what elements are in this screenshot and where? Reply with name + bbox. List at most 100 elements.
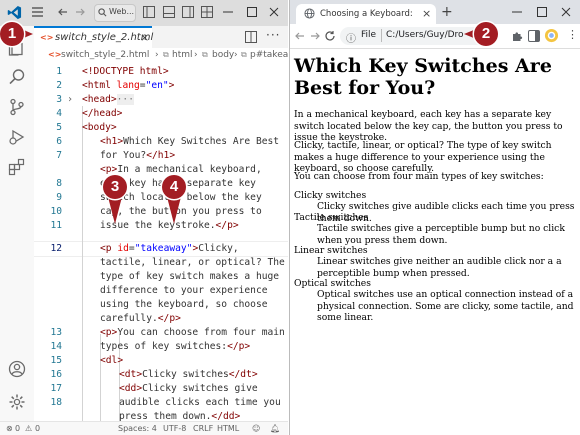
code-editor[interactable]: 1 2 3 4 5 6 7 8 9 10 11 12 13 14 15 16 1… [34, 64, 288, 421]
source-control-icon[interactable] [8, 98, 26, 116]
element-icon: ⧉ [202, 50, 208, 59]
toggle-sidebar-icon[interactable] [143, 6, 155, 18]
code-line: type of key switch makes a huge [100, 271, 280, 282]
errors-icon[interactable]: ⊗ [6, 424, 13, 433]
toggle-secondary-sidebar-icon[interactable] [182, 6, 194, 18]
line-number: 8 [56, 178, 62, 189]
line-number: 1 [56, 66, 62, 77]
accounts-icon[interactable] [8, 360, 26, 378]
term-optical: Optical switches [294, 278, 371, 289]
back-arrow-icon[interactable] [294, 30, 306, 42]
line-number: 9 [56, 192, 62, 203]
code-line-current: <p id="takeaway">Clicky, [100, 243, 239, 254]
desc-optical: Optical switches use an optical connecti… [317, 289, 574, 323]
line-number: 4 [56, 108, 62, 119]
callout-number: 1 [0, 22, 24, 46]
element-icon: ⧉ [163, 50, 169, 59]
line-number: 6 [56, 136, 62, 147]
browser-tab-title: Choosing a Keyboard: Select Sw [320, 9, 415, 19]
callout-3: 3 [102, 174, 128, 228]
command-center-search[interactable]: Web... [94, 4, 136, 22]
feedback-icon[interactable]: ☺ [252, 424, 260, 433]
breadcrumb-file[interactable]: switch_style_2.html [61, 50, 149, 60]
html-file-icon: <> [48, 50, 62, 59]
eol-status[interactable]: CRLF [193, 424, 213, 433]
forward-arrow-icon[interactable] [74, 6, 86, 18]
term-tactile: Tactile switches [294, 212, 369, 223]
fold-chevron-icon[interactable]: › [67, 94, 73, 105]
editor-tab-switch-style-2[interactable]: <> switch_style_2.html × [34, 26, 153, 48]
chevron-right-icon: › [155, 50, 159, 60]
code-line: <dl> [100, 355, 124, 366]
takeaway-paragraph: Clicky, tactile, linear, or optical? The… [294, 140, 552, 174]
browser-window: Choosing a Keyboard: Select Sw × + ⓘ Fil… [289, 0, 580, 435]
minimize-icon[interactable] [511, 6, 523, 18]
code-line: using the keyboard, so choose [100, 299, 268, 310]
chevron-right-icon: › [194, 50, 198, 60]
intro-paragraph: In a mechanical keyboard, each key has a… [294, 109, 563, 143]
code-line: <body> [82, 122, 117, 133]
code-line: <!DOCTYPE html> [82, 66, 169, 77]
code-line: for You?</h1> [100, 150, 176, 161]
profile-avatar[interactable] [544, 28, 559, 43]
encoding-status[interactable]: UTF-8 [163, 424, 186, 433]
extensions-icon[interactable] [8, 158, 26, 176]
vscode-title-bar: Web... [0, 0, 288, 26]
run-debug-icon[interactable] [8, 128, 26, 146]
element-icon: ⧉ [241, 50, 247, 59]
search-icon[interactable] [8, 68, 26, 86]
extensions-puzzle-icon[interactable] [511, 30, 523, 42]
breadcrumb-html[interactable]: html [172, 50, 193, 60]
errors-count: 0 [15, 424, 21, 433]
split-editor-icon[interactable] [245, 31, 257, 43]
editor-tab-bar: <> switch_style_2.html × ··· [34, 26, 288, 49]
toggle-panel-icon[interactable] [163, 6, 175, 18]
vscode-logo-icon [7, 5, 22, 20]
maximize-icon[interactable] [536, 6, 548, 18]
code-line: carefully.</p> [100, 313, 181, 324]
language-status[interactable]: HTML [217, 424, 239, 433]
settings-gear-icon[interactable] [8, 393, 26, 411]
tab-close-icon[interactable]: × [140, 31, 149, 44]
minimize-icon[interactable] [222, 6, 234, 18]
globe-favicon-icon [304, 8, 315, 19]
new-tab-button[interactable]: + [441, 4, 453, 20]
breadcrumb-body[interactable]: body [212, 50, 234, 60]
status-bar: ⊗ 0 ⚠ 0 Spaces: 4 UTF-8 CRLF HTML ☺ 🔔︎ [0, 421, 288, 435]
address-text: C:/Users/Guy/Dro [386, 30, 464, 40]
code-line: audible clicks each time you [119, 397, 281, 408]
search-label: Web... [109, 7, 135, 16]
code-line: difference to your experience [100, 285, 268, 296]
warnings-icon[interactable]: ⚠ [25, 424, 32, 433]
maximize-icon[interactable] [246, 6, 258, 18]
more-actions-icon[interactable]: ··· [266, 28, 280, 42]
code-line: <dt>Clicky switches</dt> [119, 369, 258, 380]
html-file-icon: <> [40, 33, 54, 42]
line-number: 18 [50, 397, 62, 408]
types-paragraph: You can choose from four main types of k… [294, 171, 544, 182]
side-panel-icon[interactable] [528, 30, 540, 42]
term-clicky: Clicky switches [294, 190, 367, 201]
forward-arrow-icon[interactable] [309, 30, 321, 42]
customize-layout-icon[interactable] [201, 6, 213, 18]
code-line: <dd>Clicky switches give [119, 383, 258, 394]
reload-icon[interactable] [324, 30, 336, 42]
code-line: <p>You can choose from four main [100, 327, 285, 338]
close-window-icon[interactable] [560, 6, 572, 18]
tab-close-icon[interactable]: × [422, 7, 431, 20]
breadcrumb: <> switch_style_2.html › ⧉ html › ⧉ body… [34, 48, 288, 64]
info-icon[interactable]: ⓘ [346, 30, 356, 45]
code-line: types of key switches:</p> [100, 341, 251, 352]
indentation-status[interactable]: Spaces: 4 [118, 424, 157, 433]
line-number: 7 [56, 150, 62, 161]
close-window-icon[interactable] [268, 6, 280, 18]
line-number: 15 [50, 355, 62, 366]
back-arrow-icon[interactable] [57, 6, 69, 18]
browser-tab[interactable]: Choosing a Keyboard: Select Sw × [296, 4, 436, 24]
line-number: 3 [56, 94, 62, 105]
more-menu-icon[interactable]: ⋮ [567, 28, 578, 41]
menu-icon[interactable] [31, 6, 44, 18]
notifications-bell-icon[interactable]: 🔔︎ [270, 424, 280, 433]
callout-number: 4 [162, 175, 186, 199]
breadcrumb-p-takeaway[interactable]: p#takeaway [250, 50, 288, 60]
